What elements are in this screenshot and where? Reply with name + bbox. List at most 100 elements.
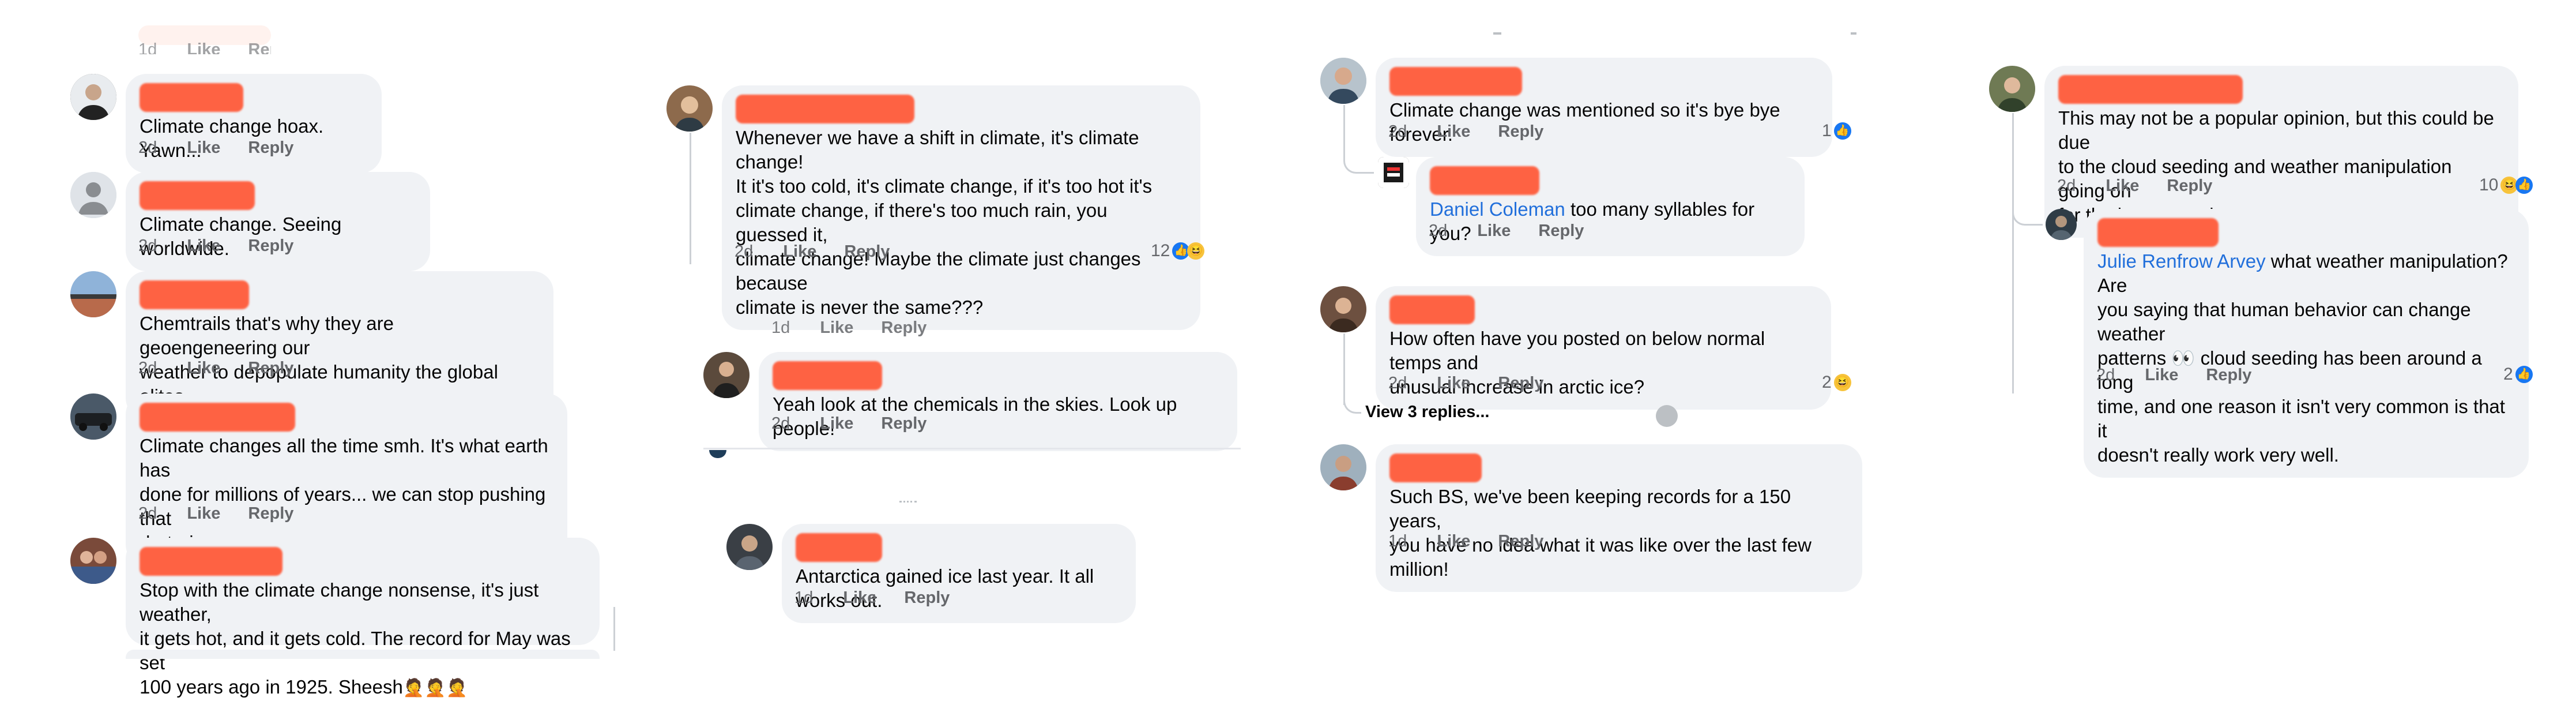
reaction-count[interactable]: 12 👍 😆	[1151, 241, 1205, 261]
redacted-name	[2097, 218, 2219, 247]
reply-button[interactable]: Reply	[2206, 366, 2251, 384]
avatar[interactable]	[70, 74, 116, 120]
comment-column-4: This may not be a popular opinion, but t…	[1983, 0, 2576, 701]
avatar[interactable]	[70, 271, 116, 317]
divider	[703, 448, 1241, 449]
comment-time: 2d	[138, 359, 157, 377]
comment-bubble: Such BS, we've been keeping records for …	[1376, 444, 1862, 592]
reply-button[interactable]: Reply	[1498, 374, 1543, 392]
comment-text-body: Stop with the climate change nonsense, i…	[140, 579, 571, 698]
comment-actions: 2d Like Reply	[138, 237, 317, 256]
comment-actions: 2d Like Reply	[138, 504, 317, 523]
like-button[interactable]: Like	[1437, 532, 1470, 550]
reply-button[interactable]: Reply	[1498, 122, 1543, 141]
avatar[interactable]	[1378, 157, 1409, 188]
reply-button[interactable]: Reply	[1538, 222, 1584, 240]
mention-link[interactable]: Julie Renfrow Arvey	[2097, 250, 2266, 272]
comment-time: 2d	[1388, 122, 1407, 141]
comment-column-2: Whenever we have a shift in climate, it'…	[651, 0, 1263, 701]
avatar[interactable]	[70, 538, 116, 584]
comment-text: Whenever we have a shift in climate, it'…	[736, 127, 1153, 318]
thread-line	[613, 607, 615, 651]
comment-bubble: Yeah look at the chemicals in the skies.…	[759, 352, 1237, 451]
reaction-total: 10	[2479, 175, 2499, 194]
comment-actions: 2d Like Reply	[1429, 222, 1607, 241]
like-button[interactable]: Like	[820, 318, 853, 337]
thread-line	[2012, 113, 2014, 393]
cursor-indicator	[1656, 405, 1678, 427]
reaction-count[interactable]: 1 👍	[1822, 121, 1851, 141]
comment-time: 1d	[794, 588, 814, 607]
reply-button[interactable]: Reply	[881, 318, 927, 337]
reaction-total: 2	[1822, 373, 1832, 392]
like-button[interactable]: Like	[2106, 177, 2139, 195]
reaction-count[interactable]: 10 😆 👍	[2479, 175, 2533, 195]
like-button[interactable]: Like	[187, 237, 220, 255]
like-button[interactable]: Like	[783, 242, 816, 261]
comment-time: 2d	[2096, 366, 2115, 384]
redacted-name	[736, 95, 914, 123]
haha-reaction-icon: 😆	[1187, 242, 1205, 260]
reply-button[interactable]: Reply	[844, 242, 890, 261]
reply-button[interactable]: Reply	[248, 359, 293, 377]
like-button[interactable]: Like	[843, 588, 876, 607]
reply-button[interactable]: Reply	[248, 138, 293, 157]
partial-comment-top: 1d Like Reply	[138, 25, 271, 54]
like-button[interactable]: Like	[2145, 366, 2178, 384]
reply-button[interactable]: Reply	[1498, 532, 1543, 550]
avatar[interactable]	[2046, 209, 2077, 240]
avatar[interactable]	[726, 524, 773, 570]
like-reaction-icon: 👍	[2515, 366, 2533, 383]
comment-bubble: Climate change. Seeing worldwide.	[126, 172, 430, 271]
haha-reaction-icon: 😆	[1833, 374, 1851, 391]
avatar[interactable]	[1989, 66, 2035, 112]
comment-text: Climate changes all the time smh. It's w…	[140, 435, 548, 553]
reply-button[interactable]: Reply	[904, 588, 950, 607]
avatar[interactable]	[1320, 58, 1366, 104]
reply-button[interactable]: Reply	[881, 414, 927, 433]
faint-mark	[1851, 32, 1856, 35]
redacted-name	[1430, 166, 1539, 195]
like-button[interactable]: Like	[1477, 222, 1511, 240]
reply-button[interactable]: Reply	[2167, 177, 2212, 195]
view-replies-link[interactable]: View 3 replies...	[1365, 403, 1489, 422]
avatar[interactable]	[666, 85, 713, 132]
comment-actions: 2d Like Reply	[138, 138, 317, 158]
avatar[interactable]	[1320, 286, 1366, 332]
reaction-count[interactable]: 2 😆	[1822, 373, 1851, 392]
comment-text: Julie Renfrow Arvey what weather manipul…	[2097, 249, 2510, 467]
redacted-name	[140, 547, 283, 576]
comment-actions: 1d Like Reply	[794, 588, 973, 608]
comment-bubble: Antarctica gained ice last year. It all …	[782, 524, 1136, 623]
comment-actions: 2d Like Reply	[1388, 122, 1566, 141]
reply-button[interactable]: Reply	[248, 504, 293, 523]
redacted-name	[140, 83, 243, 112]
reply-button[interactable]: Reply	[248, 40, 271, 54]
reaction-count[interactable]: 2 👍	[2503, 365, 2533, 384]
comment-time: 2d	[138, 504, 157, 523]
like-button[interactable]: Like	[187, 138, 220, 157]
like-button[interactable]: Like	[187, 504, 220, 523]
comment-column-3: Climate change was mentioned so it's bye…	[1315, 0, 1903, 701]
avatar[interactable]	[70, 172, 116, 218]
like-button[interactable]: Like	[187, 40, 220, 54]
avatar[interactable]	[70, 393, 116, 440]
comment-text-body: what weather manipulation? Are you sayin…	[2097, 250, 2508, 466]
avatar[interactable]	[703, 352, 750, 398]
comment-actions: 2d Like Reply	[735, 242, 913, 261]
avatar-edge	[709, 450, 726, 458]
faint-mark	[899, 501, 917, 505]
like-button[interactable]: Like	[1437, 374, 1470, 392]
reaction-total: 1	[1822, 121, 1832, 140]
like-button[interactable]: Like	[187, 359, 220, 377]
like-button[interactable]: Like	[820, 414, 853, 433]
comment-actions: 2d Like Reply	[771, 414, 950, 433]
like-button[interactable]: Like	[1437, 122, 1470, 141]
mention-link[interactable]: Daniel Coleman	[1430, 198, 1565, 220]
reaction-total: 12	[1151, 241, 1170, 260]
redacted-name	[1389, 67, 1522, 96]
redacted-name	[1389, 453, 1482, 482]
avatar[interactable]	[1320, 444, 1366, 490]
reply-button[interactable]: Reply	[248, 237, 293, 255]
redacted-name	[773, 361, 882, 390]
